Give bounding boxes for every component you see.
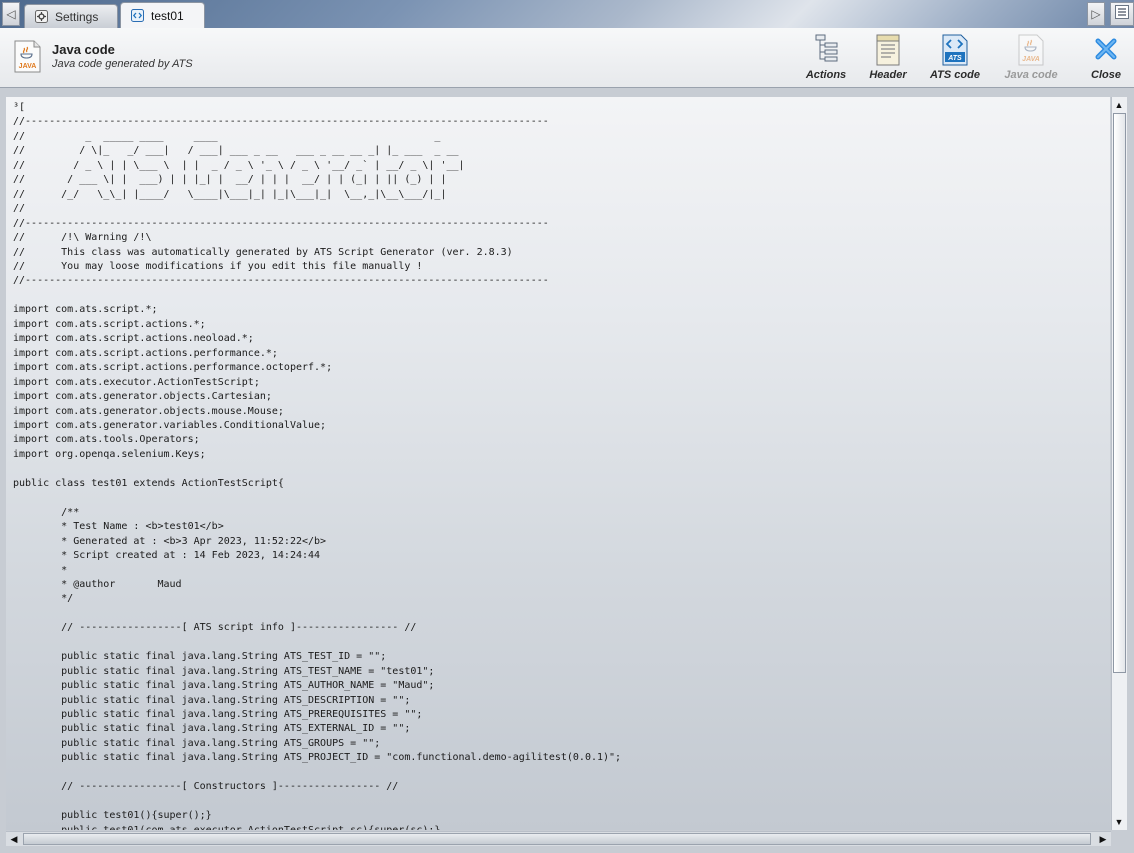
- page-subtitle: Java code generated by ATS: [52, 58, 193, 70]
- actions-button[interactable]: Actions: [796, 34, 856, 84]
- vertical-scrollbar[interactable]: ▲ ▼: [1111, 97, 1127, 830]
- tab-settings-label: Settings: [55, 9, 99, 24]
- close-icon: [1095, 38, 1117, 60]
- settings-icon: [35, 10, 48, 23]
- actions-label: Actions: [805, 69, 847, 81]
- chevron-left-icon: ◁: [6, 7, 16, 21]
- close-button[interactable]: Close: [1076, 34, 1134, 84]
- svg-text:JAVA: JAVA: [19, 63, 37, 70]
- tab-settings[interactable]: Settings: [24, 4, 118, 28]
- horizontal-scroll-thumb[interactable]: [23, 833, 1091, 845]
- tab-list-menu-button[interactable]: [1110, 2, 1134, 26]
- scroll-right-button[interactable]: ▶: [1096, 832, 1110, 846]
- java-file-icon-toolbar: JAVA: [1018, 34, 1044, 66]
- triangle-up-icon: ▲: [1114, 100, 1124, 110]
- svg-text:JAVA: JAVA: [1022, 56, 1040, 63]
- tab-scroll-left-button[interactable]: ◁: [2, 2, 20, 26]
- ats-code-label: ATS code: [930, 69, 980, 81]
- vertical-scroll-thumb[interactable]: [1113, 113, 1126, 673]
- editor-header: JAVA Java code Java code generated by AT…: [0, 28, 1134, 88]
- document-icon: [876, 34, 900, 66]
- ats-code-button[interactable]: ATS ATS code: [925, 34, 985, 84]
- page-title: Java code: [52, 42, 115, 57]
- java-code-button[interactable]: JAVA Java code: [1001, 34, 1061, 84]
- chevron-right-icon: ▷: [1091, 7, 1101, 21]
- scroll-down-button[interactable]: ▼: [1112, 815, 1126, 829]
- tab-bar: ◁ Settings test01 ▷: [0, 0, 1134, 29]
- actions-tree-icon: [815, 34, 838, 62]
- ats-code-icon: [131, 9, 144, 22]
- triangle-right-icon: ▶: [1099, 833, 1107, 844]
- tab-scroll-right-button[interactable]: ▷: [1087, 2, 1105, 26]
- list-menu-icon: [1115, 4, 1129, 24]
- java-code-label: Java code: [1004, 69, 1058, 81]
- svg-text:ATS: ATS: [947, 55, 962, 62]
- triangle-down-icon: ▼: [1114, 817, 1124, 827]
- java-file-icon: JAVA: [14, 40, 41, 73]
- horizontal-scrollbar[interactable]: ◀ ▶: [6, 831, 1111, 846]
- close-label: Close: [1091, 69, 1121, 81]
- java-code-viewer[interactable]: ³[ //-----------------------------------…: [6, 97, 1110, 830]
- tab-test01[interactable]: test01: [120, 2, 205, 28]
- ats-file-icon: ATS: [942, 34, 968, 66]
- header-label: Header: [869, 69, 907, 81]
- scroll-up-button[interactable]: ▲: [1112, 98, 1126, 112]
- scroll-left-button[interactable]: ◀: [7, 832, 21, 846]
- tab-test01-label: test01: [151, 8, 184, 23]
- java-source-text[interactable]: ³[ //-----------------------------------…: [6, 97, 1110, 830]
- header-button[interactable]: Header: [858, 34, 918, 84]
- triangle-left-icon: ◀: [10, 833, 18, 844]
